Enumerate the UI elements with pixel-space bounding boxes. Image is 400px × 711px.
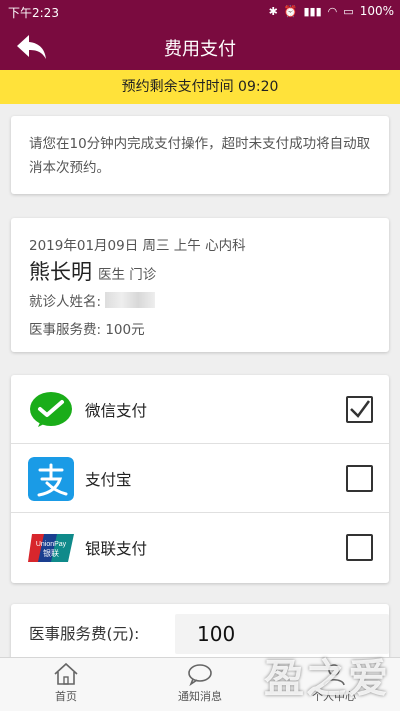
- service-fee-line: 医事服务费: 100元: [29, 322, 145, 338]
- home-icon: [54, 662, 78, 685]
- page-title: 费用支付: [164, 39, 236, 60]
- patient-name-label: 就诊人姓名:: [29, 294, 102, 310]
- signal-icon: ▮▮▮: [303, 4, 322, 18]
- tab-label: 通知消息: [178, 690, 222, 703]
- bluetooth-icon: ✱: [268, 4, 278, 18]
- status-bar: 下午2:23 ✱ ⏰ ▮▮▮ ◠ ▭ 100%: [0, 0, 400, 24]
- payment-method-card: 微信支付 支付宝 UnionPay 银联 银联支付: [11, 375, 389, 583]
- payment-option-wechat[interactable]: 微信支付: [11, 375, 389, 444]
- payment-countdown-banner: 预约剩余支付时间 09:20: [0, 70, 400, 104]
- payment-notice-card: 请您在10分钟内完成支付操作，超时未支付成功将自动取消本次预约。: [11, 116, 389, 194]
- payment-option-label: 银联支付: [85, 540, 148, 558]
- payment-option-alipay[interactable]: 支付宝: [11, 444, 389, 513]
- doctor-role: 医生 门诊: [98, 267, 157, 283]
- message-bubble-icon: [188, 664, 212, 686]
- notice-text: 请您在10分钟内完成支付操作，超时未支付成功将自动取消本次预约。: [29, 136, 371, 176]
- alarm-icon: ⏰: [283, 4, 298, 18]
- wechat-pay-icon: [30, 392, 72, 427]
- unionpay-icon: UnionPay 银联: [28, 534, 74, 562]
- checkbox-unchecked[interactable]: [346, 534, 373, 561]
- payment-option-label: 支付宝: [85, 471, 132, 489]
- battery-level: 100%: [359, 4, 394, 18]
- tab-label: 首页: [55, 690, 77, 703]
- patient-row: 就诊人姓名:: [29, 290, 371, 310]
- wifi-icon: ◠: [327, 4, 338, 18]
- patient-name-redacted: [105, 292, 156, 308]
- checkbox-checked[interactable]: [346, 396, 373, 423]
- doctor-row: 熊长明 医生 门诊: [29, 256, 371, 286]
- watermark: 盈之爱: [264, 656, 390, 702]
- checkmark-icon: [350, 400, 371, 418]
- tab-home[interactable]: 首页: [6, 662, 126, 704]
- status-time: 下午2:23: [8, 6, 59, 20]
- alipay-icon: [28, 457, 74, 501]
- app-bar: 费用支付: [0, 24, 400, 70]
- payment-option-label: 微信支付: [85, 402, 148, 420]
- payment-option-unionpay[interactable]: UnionPay 银联 银联支付: [11, 513, 389, 582]
- checkbox-unchecked[interactable]: [346, 465, 373, 492]
- appointment-date: 2019年01月09日 周三 上午 心内科: [29, 238, 246, 254]
- service-fee-label: 医事服务费(元):: [29, 625, 140, 643]
- doctor-name: 熊长明: [29, 260, 92, 284]
- tab-notifications[interactable]: 通知消息: [140, 662, 260, 704]
- booking-info-card: 2019年01月09日 周三 上午 心内科 熊长明 医生 门诊 就诊人姓名: 医…: [11, 218, 389, 352]
- svg-text:银联: 银联: [43, 548, 59, 558]
- svg-text:UnionPay: UnionPay: [36, 541, 67, 548]
- battery-icon: ▭: [343, 4, 354, 18]
- status-icons: ✱ ⏰ ▮▮▮ ◠ ▭ 100%: [269, 4, 394, 18]
